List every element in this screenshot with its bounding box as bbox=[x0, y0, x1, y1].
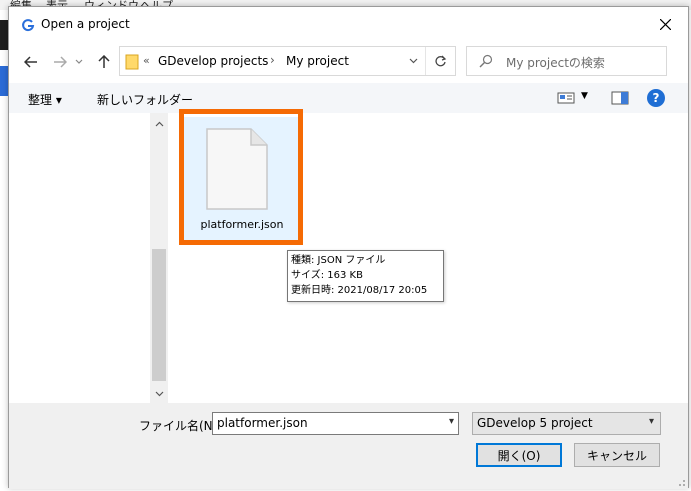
filename-value[interactable]: platformer.json bbox=[217, 416, 308, 430]
organize-button[interactable]: 整理 ▾ bbox=[28, 91, 62, 108]
background-accent-panel bbox=[0, 66, 8, 96]
close-icon bbox=[659, 18, 671, 30]
view-mode-icon[interactable] bbox=[557, 91, 575, 105]
address-history-dropdown[interactable] bbox=[402, 47, 424, 75]
search-icon bbox=[479, 54, 493, 68]
dialog-footer: ファイル名(N): platformer.json ▾ GDevelop 5 p… bbox=[9, 403, 688, 489]
filename-field[interactable]: platformer.json ▾ bbox=[212, 412, 459, 435]
help-button[interactable]: ? bbox=[647, 89, 665, 107]
filetype-select[interactable]: GDevelop 5 project ▾ bbox=[472, 412, 661, 435]
arrow-right-icon bbox=[54, 56, 67, 68]
annotation-highlight-box bbox=[179, 109, 303, 245]
gdevelop-logo-icon bbox=[22, 19, 35, 32]
chevron-down-icon bbox=[409, 58, 417, 64]
breadcrumb-gdevelop-projects[interactable]: GDevelop projects bbox=[158, 54, 268, 68]
close-button[interactable] bbox=[642, 7, 688, 41]
chevron-down-icon bbox=[75, 59, 83, 64]
open-project-dialog: Open a project « GDevelop projects › My … bbox=[8, 6, 689, 489]
filename-label: ファイル名(N): bbox=[139, 419, 222, 433]
view-options-dropdown[interactable]: ▼ bbox=[581, 91, 588, 101]
scroll-thumb[interactable] bbox=[152, 249, 166, 381]
open-button[interactable]: 開く(O) bbox=[476, 443, 562, 467]
forward-button[interactable] bbox=[49, 51, 71, 73]
refresh-icon bbox=[435, 55, 447, 66]
navigation-scrollbar[interactable] bbox=[150, 113, 168, 403]
filetype-value: GDevelop 5 project bbox=[477, 416, 593, 430]
cancel-button[interactable]: キャンセル bbox=[574, 443, 660, 467]
background-panel bbox=[0, 20, 8, 50]
refresh-button[interactable] bbox=[425, 47, 455, 75]
preview-pane-icon[interactable] bbox=[611, 91, 629, 105]
recent-locations-button[interactable] bbox=[72, 51, 86, 73]
tooltip-size: サイズ: 163 KB bbox=[291, 270, 363, 281]
file-info-tooltip: 種類: JSON ファイル サイズ: 163 KB 更新日時: 2021/08/… bbox=[287, 250, 444, 302]
dialog-title: Open a project bbox=[41, 17, 130, 31]
address-overflow-chevron[interactable]: « bbox=[143, 54, 150, 67]
command-toolbar: 整理 ▾ 新しいフォルダー ▼ ? bbox=[9, 83, 688, 113]
tooltip-date: 更新日時: 2021/08/17 20:05 bbox=[291, 285, 428, 296]
back-button[interactable] bbox=[20, 51, 42, 73]
navigation-pane[interactable] bbox=[9, 113, 168, 403]
chevron-up-icon bbox=[155, 121, 163, 127]
breadcrumb-my-project[interactable]: My project bbox=[286, 54, 349, 68]
arrow-left-icon bbox=[24, 56, 37, 68]
search-placeholder: My projectの検索 bbox=[506, 56, 605, 70]
breadcrumb-separator[interactable]: › bbox=[270, 53, 275, 67]
new-folder-button[interactable]: 新しいフォルダー bbox=[97, 91, 193, 108]
arrow-up-icon bbox=[98, 55, 110, 68]
scroll-up-button[interactable] bbox=[150, 117, 168, 131]
tooltip-type: 種類: JSON ファイル bbox=[291, 255, 386, 266]
search-input[interactable]: My projectの検索 bbox=[466, 46, 667, 76]
scroll-down-button[interactable] bbox=[150, 387, 168, 401]
folder-icon bbox=[125, 54, 139, 70]
chevron-down-icon bbox=[155, 391, 163, 397]
resize-grip-icon[interactable] bbox=[676, 477, 686, 487]
chevron-down-icon: ▾ bbox=[648, 416, 654, 427]
filename-dropdown-icon[interactable]: ▾ bbox=[449, 416, 454, 427]
address-bar[interactable]: « GDevelop projects › My project bbox=[119, 46, 456, 76]
up-button[interactable] bbox=[93, 51, 115, 73]
titlebar: Open a project bbox=[9, 7, 688, 41]
